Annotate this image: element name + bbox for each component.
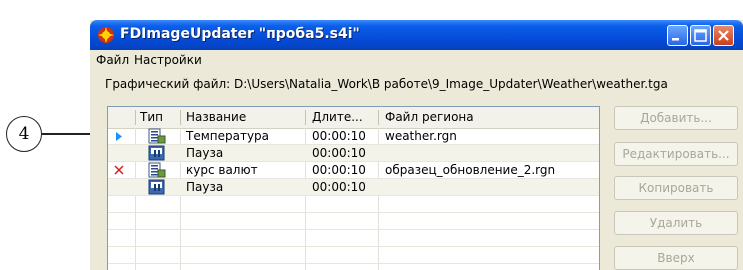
title-bar[interactable]: FDImageUpdater "проба5.s4i" [90, 20, 743, 50]
close-button[interactable] [713, 25, 734, 46]
play-arrow-icon [116, 132, 122, 141]
add-button[interactable]: Добавить... [614, 106, 738, 130]
table-header: Тип Название Длите... Файл региона [108, 107, 599, 129]
column-header-duration[interactable]: Длите... [312, 110, 363, 124]
empty-row [108, 247, 599, 264]
window-title: FDImageUpdater "проба5.s4i" [120, 26, 360, 42]
column-header-type[interactable]: Тип [140, 110, 163, 124]
empty-row [108, 196, 599, 213]
callout-badge: 4 [6, 116, 42, 152]
delete-button[interactable]: Удалить [614, 211, 738, 235]
row-duration: 00:00:10 [312, 163, 366, 177]
empty-row [108, 213, 599, 230]
row-duration: 00:00:10 [312, 129, 366, 143]
row-region-file: weather.rgn [385, 129, 457, 143]
row-name: курс валют [186, 163, 258, 177]
row-name: Пауза [186, 146, 224, 160]
menu-settings[interactable]: Настройки [134, 53, 202, 67]
menu-bar: Файл Настройки [90, 50, 743, 70]
pause-page-icon [148, 179, 165, 195]
table-row[interactable]: курс валют 00:00:10 образец_обновление_2… [108, 162, 599, 179]
copy-button[interactable]: Копировать [614, 176, 738, 200]
row-name: Температура [186, 129, 270, 143]
column-header-name[interactable]: Название [186, 110, 246, 124]
app-window: FDImageUpdater "проба5.s4i" Файл Настрой… [90, 20, 743, 270]
table-row[interactable]: Пауза 00:00:10 [108, 179, 599, 196]
pause-page-icon [148, 145, 165, 161]
image-file-path: Графический файл: D:\Users\Natalia_Work\… [105, 77, 668, 91]
callout-number: 4 [18, 124, 30, 144]
pages-table[interactable]: Тип Название Длите... Файл региона Темпе… [107, 106, 600, 270]
data-page-icon [148, 162, 166, 178]
column-header-region-file[interactable]: Файл региона [385, 110, 474, 124]
row-region-file: образец_обновление_2.rgn [385, 163, 556, 177]
table-row[interactable]: Температура 00:00:10 weather.rgn [108, 128, 599, 145]
empty-row [108, 230, 599, 247]
row-name: Пауза [186, 180, 224, 194]
column-divider[interactable] [135, 110, 136, 125]
edit-button[interactable]: Редактировать... [614, 142, 738, 166]
row-duration: 00:00:10 [312, 146, 366, 160]
column-divider[interactable] [180, 110, 181, 125]
column-divider[interactable] [305, 110, 306, 125]
table-row[interactable]: Пауза 00:00:10 [108, 145, 599, 162]
menu-file[interactable]: Файл [96, 53, 129, 67]
minimize-button[interactable] [667, 25, 688, 46]
move-up-button[interactable]: Вверх [614, 246, 738, 270]
data-page-icon [148, 128, 166, 144]
column-divider[interactable] [378, 110, 379, 125]
error-x-icon [114, 165, 124, 175]
row-duration: 00:00:10 [312, 180, 366, 194]
maximize-button[interactable] [690, 25, 711, 46]
app-logo-icon [98, 27, 114, 43]
